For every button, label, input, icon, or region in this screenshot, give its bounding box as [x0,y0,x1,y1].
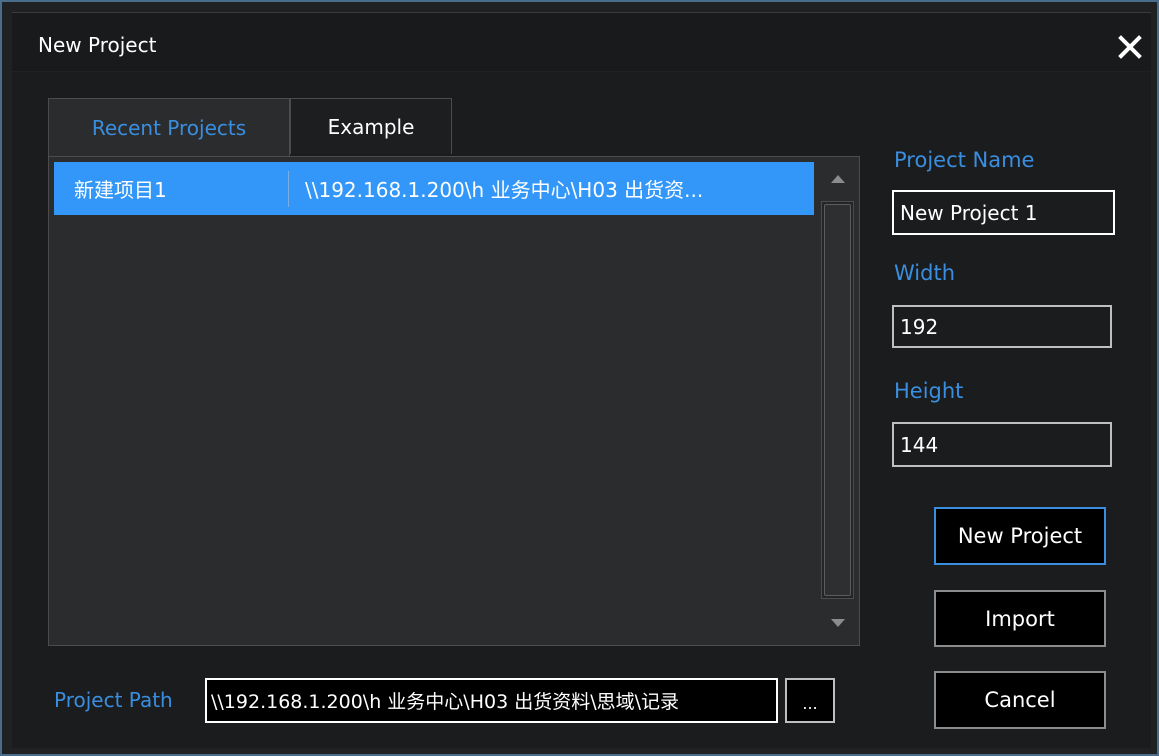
import-button[interactable]: Import [934,590,1106,647]
scroll-down-button[interactable] [818,603,858,643]
project-path-label: Project Path [54,688,173,712]
list-item[interactable]: 新建项目1 \\192.168.1.200\h 业务中心\H03 出货资... [54,162,814,215]
scroll-up-button[interactable] [818,159,858,199]
height-label: Height [894,379,964,403]
scroll-thumb[interactable] [824,204,851,596]
triangle-down-icon [831,619,845,627]
dialog-title: New Project [38,33,157,57]
scroll-track[interactable] [821,201,854,599]
width-label: Width [894,261,956,285]
triangle-up-icon [831,175,845,183]
project-name-input[interactable] [892,190,1115,235]
height-input[interactable] [892,422,1112,467]
new-project-button[interactable]: New Project [934,507,1106,565]
title-bar: New Project [12,12,1151,71]
recent-projects-list [48,156,860,646]
tab-example[interactable]: Example [290,98,452,154]
close-icon [1118,35,1142,59]
vertical-scrollbar [818,157,858,645]
new-project-dialog: New Project Recent Projects Example 新建项目… [0,0,1159,756]
project-path-input[interactable] [205,678,778,723]
project-name-cell: 新建项目1 [74,178,167,202]
browse-button[interactable]: ... [785,678,835,723]
tab-label: Example [327,114,415,139]
close-button[interactable] [1112,29,1148,65]
cancel-button[interactable]: Cancel [934,671,1106,729]
tab-recent-projects[interactable]: Recent Projects [48,98,290,156]
width-input[interactable] [892,305,1112,348]
project-path-cell: \\192.168.1.200\h 业务中心\H03 出货资... [305,178,704,202]
project-name-label: Project Name [894,148,1035,172]
tab-label: Recent Projects [91,115,247,140]
